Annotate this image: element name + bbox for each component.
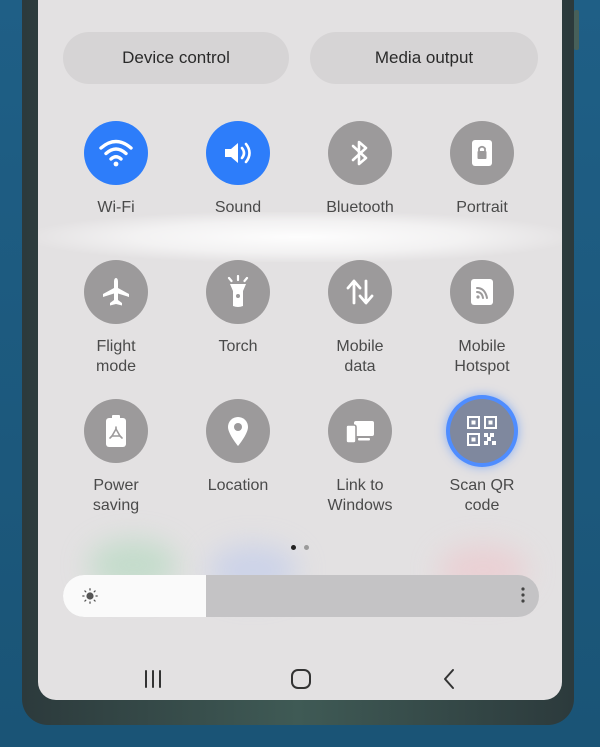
page-dot: [304, 545, 310, 550]
torch-icon[interactable]: [206, 260, 270, 324]
media-output-button[interactable]: Media output: [310, 32, 538, 84]
battery-saver-icon[interactable]: [84, 399, 148, 463]
page-indicator: [38, 537, 562, 555]
device-control-button[interactable]: Device control: [63, 32, 289, 84]
link-to-windows-icon[interactable]: [328, 399, 392, 463]
tile-mobile-data[interactable]: Mobile data: [310, 260, 410, 377]
home-icon[interactable]: [284, 662, 318, 696]
brightness-sun-icon: [82, 588, 98, 609]
mobile-data-icon[interactable]: [328, 260, 392, 324]
back-icon[interactable]: [432, 662, 466, 696]
tile-scan-qr-code[interactable]: Scan QR code: [432, 399, 532, 516]
wifi-icon[interactable]: [84, 121, 148, 185]
tile-portrait[interactable]: Portrait: [432, 121, 532, 218]
tile-label: Torch: [218, 338, 258, 355]
sound-icon[interactable]: [206, 121, 270, 185]
tile-label: Wi-Fi: [97, 199, 135, 216]
tile-sound[interactable]: Sound: [188, 121, 288, 218]
tile-label: Power saving: [92, 477, 140, 514]
navigation-bar: [38, 662, 562, 696]
tile-mobile-hotspot[interactable]: Mobile Hotspot: [432, 260, 532, 377]
tile-label: Bluetooth: [326, 199, 394, 216]
device-control-label: Device control: [122, 48, 230, 67]
brightness-slider[interactable]: [63, 575, 539, 617]
tile-wifi[interactable]: Wi-Fi: [66, 121, 166, 218]
hotspot-icon[interactable]: [450, 260, 514, 324]
portrait-lock-icon[interactable]: [450, 121, 514, 185]
tile-label: Mobile Hotspot: [454, 338, 510, 375]
tile-label: Scan QR code: [449, 477, 515, 514]
airplane-icon[interactable]: [84, 260, 148, 324]
tile-label: Mobile data: [336, 338, 384, 375]
tile-label: Link to Windows: [327, 477, 393, 514]
location-pin-icon[interactable]: [206, 399, 270, 463]
tile-location[interactable]: Location: [188, 399, 288, 496]
tile-torch[interactable]: Torch: [188, 260, 288, 357]
tile-label: Location: [207, 477, 269, 494]
qr-code-icon[interactable]: [450, 399, 514, 463]
quick-settings-panel: Device control Media output Wi-Fi Sound: [38, 0, 562, 700]
tile-label: Sound: [214, 199, 262, 216]
recent-apps-icon[interactable]: [136, 662, 170, 696]
tile-label: Portrait: [456, 199, 508, 216]
tile-power-saving[interactable]: Power saving: [66, 399, 166, 516]
bluetooth-icon[interactable]: [328, 121, 392, 185]
tile-label: Flight mode: [95, 338, 137, 375]
tile-link-to-windows[interactable]: Link to Windows: [310, 399, 410, 516]
panel-glow: [38, 212, 562, 262]
more-options-icon[interactable]: [521, 586, 525, 609]
media-output-label: Media output: [374, 48, 474, 67]
page-dot-active: [290, 545, 296, 550]
side-button: [574, 10, 579, 50]
tile-bluetooth[interactable]: Bluetooth: [310, 121, 410, 218]
tile-flight-mode[interactable]: Flight mode: [66, 260, 166, 377]
